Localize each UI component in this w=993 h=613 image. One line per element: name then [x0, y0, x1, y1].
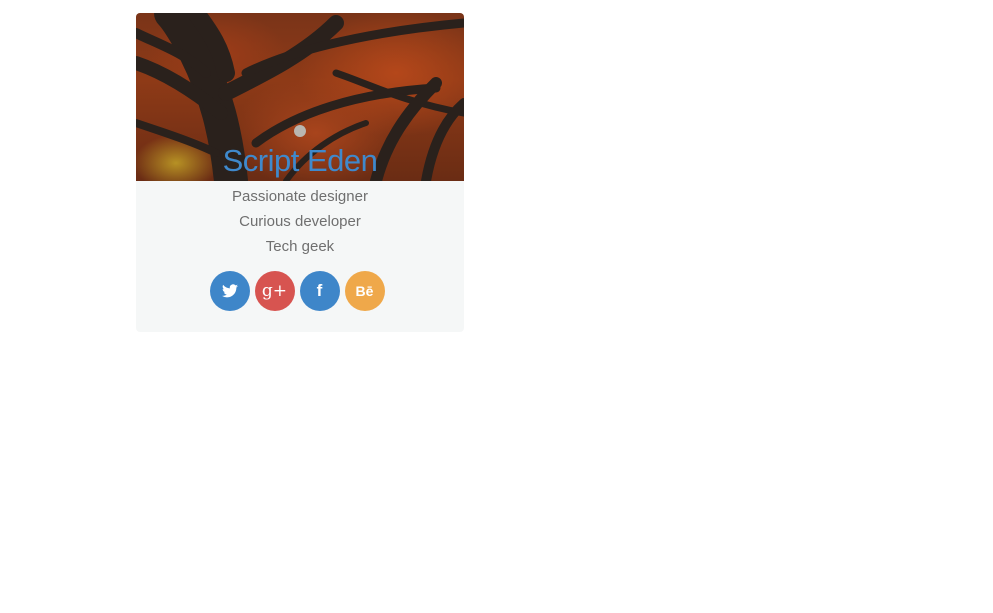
- profile-name: Script Eden: [222, 143, 378, 178]
- avatar: [294, 125, 306, 137]
- google-plus-button[interactable]: g+: [254, 271, 295, 311]
- bio-line: Passionate designer: [232, 188, 368, 205]
- twitter-icon: [221, 284, 238, 298]
- bio: Passionate designer Curious developer Te…: [136, 181, 464, 259]
- facebook-icon: f: [316, 281, 323, 300]
- twitter-button[interactable]: [209, 271, 250, 311]
- social-links: g+ f Bē: [136, 271, 464, 311]
- facebook-button[interactable]: f: [299, 271, 340, 311]
- bio-line: Tech geek: [265, 238, 335, 255]
- behance-icon: Bē: [355, 283, 374, 299]
- cover-image: Script Eden: [136, 13, 464, 181]
- google-plus-icon: g+: [261, 281, 288, 301]
- behance-button[interactable]: Bē: [344, 271, 385, 311]
- bio-line: Curious developer: [239, 213, 361, 230]
- profile-card: Script Eden Passionate designer Curious …: [136, 13, 464, 332]
